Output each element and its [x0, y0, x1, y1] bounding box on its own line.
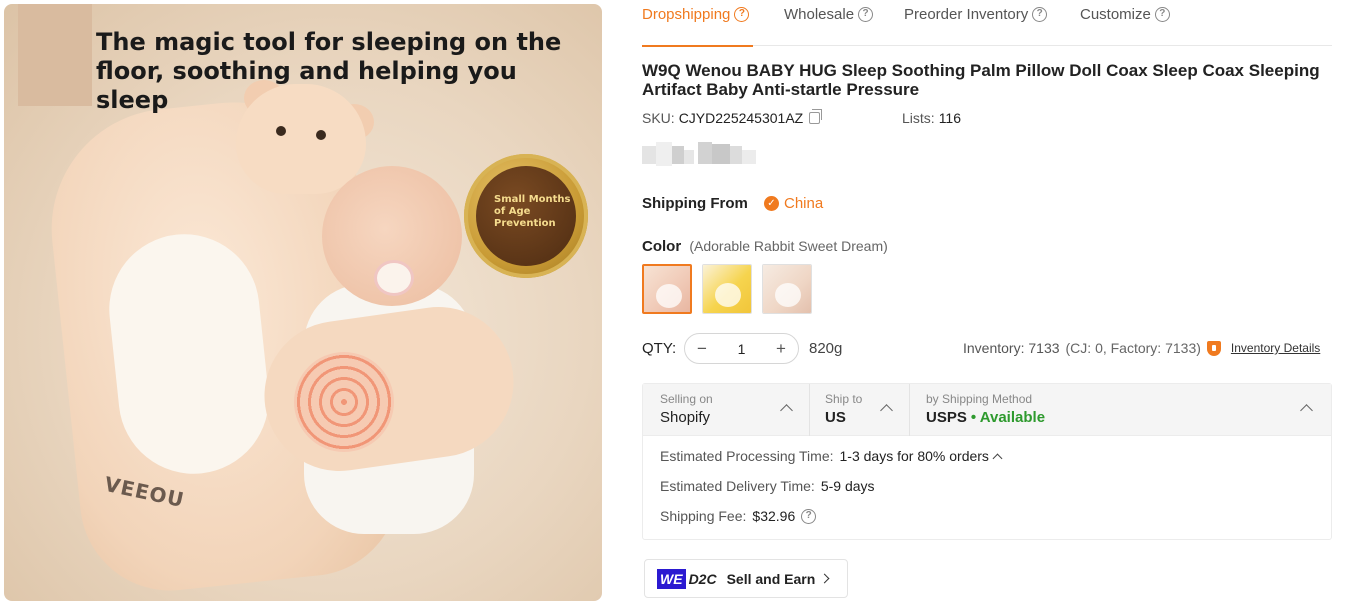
ship-to-dropdown[interactable]: Ship to US [810, 384, 910, 436]
product-weight: 820g [809, 340, 843, 357]
shipping-selector-bar: Selling on Shopify Ship to US by Shippin… [643, 384, 1331, 436]
shipping-origin-value: China [784, 195, 824, 212]
processing-time-row: Estimated Processing Time: 1-3 days for … [660, 448, 1003, 464]
tab-label: Dropshipping [642, 6, 731, 23]
selling-on-dropdown[interactable]: Selling on Shopify [643, 384, 810, 436]
image-headline: The magic tool for sleeping on the floor… [96, 28, 562, 114]
delivery-value: 5-9 days [820, 478, 875, 494]
tab-dropshipping[interactable]: Dropshipping ? [642, 6, 753, 47]
pacifier-shape [374, 260, 414, 296]
color-swatch[interactable] [762, 264, 812, 314]
tab-customize[interactable]: Customize ? [1080, 6, 1170, 46]
image-corner-tab [18, 4, 92, 106]
product-title: W9Q Wenou BABY HUG Sleep Soothing Palm P… [642, 61, 1320, 99]
prevention-badge: Small Months of Age Prevention [464, 154, 588, 278]
shipping-method-value-row: USPS • Available [926, 409, 1331, 426]
bear-eye-left [276, 126, 286, 136]
inventory-breakdown: (CJ: 0, Factory: 7133) [1065, 340, 1201, 356]
help-icon[interactable]: ? [1154, 7, 1170, 22]
we-logo: WE [657, 568, 686, 589]
processing-label: Estimated Processing Time: [660, 448, 834, 464]
ship-to-value: US [825, 409, 846, 426]
d2c-logo: D2C [688, 570, 717, 587]
check-icon: ✓ [764, 196, 779, 211]
warmth-rings [294, 352, 394, 452]
tab-label: Wholesale [784, 6, 855, 23]
ship-to-label: Ship to [825, 392, 863, 406]
inventory-total: Inventory: 7133 [963, 340, 1060, 356]
shipping-fee-row: Shipping Fee: $32.96 ? [660, 508, 817, 524]
processing-value: 1-3 days for 80% orders [839, 448, 989, 464]
sell-and-earn-label: Sell and Earn [726, 570, 816, 587]
inventory-details-link[interactable]: Inventory Details [1231, 341, 1320, 355]
shipping-method-label: by Shipping Method [926, 392, 1033, 406]
copy-icon[interactable] [809, 109, 823, 124]
shipping-from-label: Shipping From [642, 195, 748, 212]
tab-label: Customize [1080, 6, 1151, 23]
lists-label: Lists: [902, 110, 935, 126]
product-details-panel: Dropshipping ? Wholesale ? Preorder Inve… [642, 0, 1332, 611]
color-label: Color [642, 238, 682, 255]
swatch-product-shape [656, 284, 682, 308]
help-icon[interactable]: ? [1032, 7, 1048, 22]
decrement-button[interactable]: − [685, 339, 719, 359]
chevron-up-icon[interactable] [992, 453, 1003, 463]
delivery-time-row: Estimated Delivery Time: 5-9 days [660, 478, 875, 494]
shipping-origin-option[interactable]: ✓ China [764, 195, 823, 212]
lists-value: 116 [938, 110, 962, 126]
quantity-stepper: − 1 + [684, 333, 799, 364]
chevron-right-icon [819, 573, 830, 584]
swatch-product-shape [715, 283, 741, 307]
shield-icon [1206, 340, 1221, 356]
help-icon[interactable]: ? [858, 7, 874, 22]
tab-wholesale[interactable]: Wholesale ? [784, 6, 874, 46]
sku-value: CJYD225245301AZ [678, 110, 804, 126]
availability-status: • Available [970, 409, 1046, 426]
increment-button[interactable]: + [764, 339, 798, 359]
inventory-row: Inventory: 7133 (CJ: 0, Factory: 7133) I… [963, 340, 1320, 356]
purchase-mode-tabs: Dropshipping ? Wholesale ? Preorder Inve… [642, 0, 1332, 47]
tab-preorder-inventory[interactable]: Preorder Inventory ? [904, 6, 1048, 46]
badge-text: Small Months of Age Prevention [494, 194, 571, 229]
help-icon[interactable]: ? [801, 508, 817, 524]
color-swatch[interactable] [642, 264, 692, 314]
color-row: Color (Adorable Rabbit Sweet Dream) [642, 238, 888, 255]
lists-count: Lists: 116 [902, 110, 961, 126]
tab-label: Preorder Inventory [904, 6, 1029, 23]
bear-eye-right [316, 130, 326, 140]
shipping-method-value: USPS [926, 409, 967, 426]
shipping-method-dropdown[interactable]: by Shipping Method USPS • Available [910, 384, 1331, 436]
shipping-card: Selling on Shopify Ship to US by Shippin… [642, 383, 1332, 540]
qty-label: QTY: [642, 340, 677, 357]
price-blurred [642, 142, 760, 166]
color-swatch[interactable] [702, 264, 752, 314]
badge-inner: Small Months of Age Prevention [476, 166, 576, 266]
product-image[interactable]: VEEOU Small Months of Age Prevention The… [4, 4, 602, 601]
help-icon[interactable]: ? [734, 7, 750, 22]
delivery-label: Estimated Delivery Time: [660, 478, 815, 494]
color-selected-name: (Adorable Rabbit Sweet Dream) [689, 238, 888, 254]
we-d2c-sell-and-earn-button[interactable]: WE D2C Sell and Earn [644, 559, 848, 598]
fee-label: Shipping Fee: [660, 508, 747, 524]
sku-row: SKU: CJYD225245301AZ [642, 109, 823, 126]
fee-value: $32.96 [752, 508, 796, 524]
sku-label: SKU: [642, 110, 675, 126]
swatch-product-shape [775, 283, 801, 307]
quantity-input[interactable]: 1 [719, 341, 764, 357]
